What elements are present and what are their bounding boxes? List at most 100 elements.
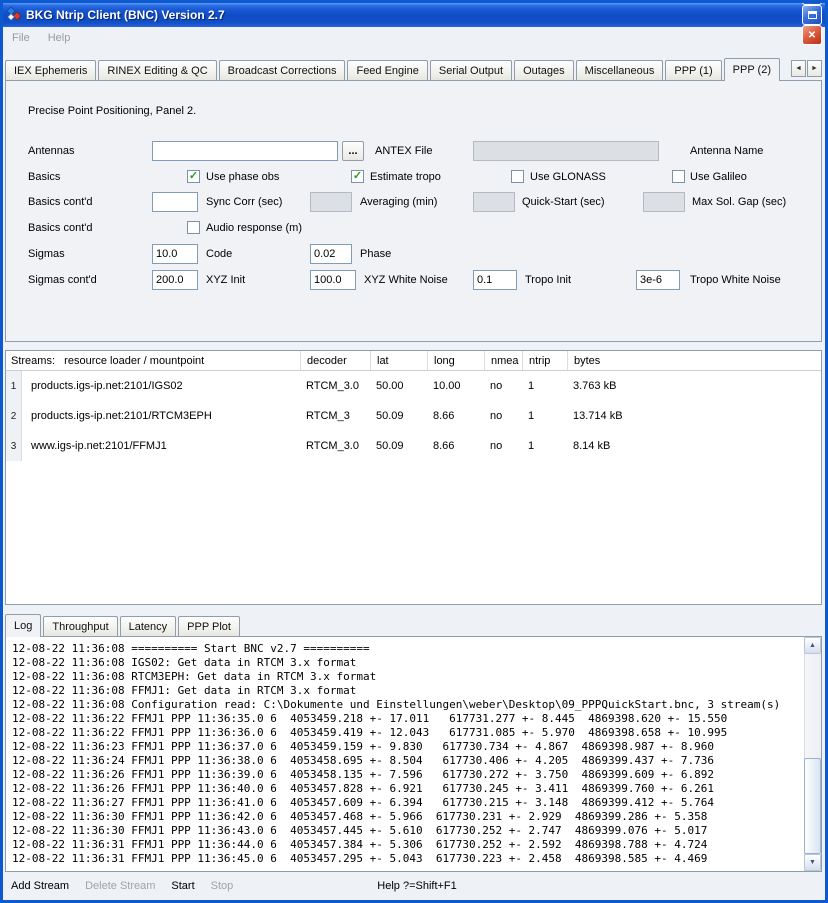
start-button[interactable]: Start (171, 880, 194, 892)
add-stream-button[interactable]: Add Stream (11, 880, 69, 892)
tab-rinex-editing-qc[interactable]: RINEX Editing & QC (98, 60, 216, 80)
stream-lat: 50.00 (370, 371, 427, 401)
log-line: 12-08-22 11:36:31 FFMJ1 PPP 11:36:45.0 6… (12, 852, 802, 866)
tab-ppp-2[interactable]: PPP (2) (724, 58, 780, 81)
tab-iex-ephemeris[interactable]: IEX Ephemeris (5, 60, 96, 80)
tab-scroll-left-button[interactable]: ◄ (791, 60, 806, 77)
stream-decoder: RTCM_3.0 (300, 431, 370, 461)
stream-nmea: no (484, 371, 522, 401)
tab-scroll-right-button[interactable]: ► (807, 60, 822, 77)
stream-ntrip: 1 (522, 401, 567, 431)
quick-start-label: Quick-Start (sec) (522, 196, 605, 208)
log-line: 12-08-22 11:36:08 RTCM3EPH: Get data in … (12, 670, 802, 684)
row-basics-contd-2: Basics cont'd Audio response (m) (6, 218, 821, 238)
stream-row[interactable]: 1 products.igs-ip.net:2101/IGS02 RTCM_3.… (6, 371, 821, 401)
stream-bytes: 13.714 kB (567, 401, 821, 431)
sigma-code-label: Code (206, 248, 232, 260)
log-line: 12-08-22 11:36:30 FFMJ1 PPP 11:36:42.0 6… (12, 810, 802, 824)
basics-contd-label: Basics cont'd (28, 196, 92, 208)
scrollbar-thumb[interactable] (804, 758, 821, 854)
streams-table: Streams: resource loader / mountpoint de… (5, 350, 822, 605)
averaging-input (310, 192, 352, 212)
row-basics-contd: Basics cont'd Sync Corr (sec) Averaging … (6, 192, 821, 212)
maximize-button[interactable] (802, 5, 822, 25)
log-line: 12-08-22 11:36:08 IGS02: Get data in RTC… (12, 656, 802, 670)
max-sol-gap-input (643, 192, 685, 212)
stream-row[interactable]: 2 products.igs-ip.net:2101/RTCM3EPH RTCM… (6, 401, 821, 431)
use-glonass-label: Use GLONASS (530, 171, 606, 183)
tab-feed-engine[interactable]: Feed Engine (347, 60, 427, 80)
tropo-init-input[interactable] (473, 270, 517, 290)
tab-serial-output[interactable]: Serial Output (430, 60, 512, 80)
minimize-icon (808, 0, 816, 1)
sigma-phase-input[interactable] (310, 244, 352, 264)
tab-broadcast-corrections[interactable]: Broadcast Corrections (219, 60, 346, 80)
tab-log[interactable]: Log (5, 614, 41, 637)
sigma-code-input[interactable] (152, 244, 198, 264)
log-line: 12-08-22 11:36:31 FFMJ1 PPP 11:36:44.0 6… (12, 838, 802, 852)
tab-miscellaneous[interactable]: Miscellaneous (576, 60, 664, 80)
tropo-white-noise-input[interactable] (636, 270, 680, 290)
stream-lat: 50.09 (370, 431, 427, 461)
antennas-browse-button[interactable]: ... (342, 141, 364, 161)
scroll-down-icon[interactable]: ▼ (804, 854, 821, 871)
stream-ntrip: 1 (522, 431, 567, 461)
menu-help[interactable]: Help (48, 32, 71, 44)
use-phase-obs-checkbox[interactable]: ✓ (187, 170, 200, 183)
delete-stream-button[interactable]: Delete Stream (85, 880, 155, 892)
streams-header: Streams: resource loader / mountpoint de… (6, 351, 821, 371)
row-sigmas: Sigmas Code Phase (6, 244, 821, 264)
row-basics: Basics ✓ Use phase obs ✓ Estimate tropo … (6, 167, 821, 187)
tab-latency[interactable]: Latency (120, 616, 177, 636)
menu-bar: File Help (3, 27, 825, 49)
stream-row-number: 1 (6, 371, 22, 401)
use-galileo-label: Use Galileo (690, 171, 747, 183)
stream-bytes: 3.763 kB (567, 371, 821, 401)
log-line: 12-08-22 11:36:26 FFMJ1 PPP 11:36:39.0 6… (12, 768, 802, 782)
antennas-input[interactable] (152, 141, 338, 161)
stream-nmea: no (484, 431, 522, 461)
tab-ppp-1[interactable]: PPP (1) (665, 60, 721, 80)
xyz-init-input[interactable] (152, 270, 198, 290)
stop-button[interactable]: Stop (211, 880, 234, 892)
stream-row[interactable]: 3 www.igs-ip.net:2101/FFMJ1 RTCM_3.0 50.… (6, 431, 821, 461)
ppp2-panel: Precise Point Positioning, Panel 2. Ante… (5, 80, 822, 342)
max-sol-gap-label: Max Sol. Gap (sec) (692, 196, 786, 208)
titlebar[interactable]: BKG Ntrip Client (BNC) Version 2.7 ✕ (3, 3, 825, 27)
use-glonass-checkbox[interactable] (511, 170, 524, 183)
panel-heading: Precise Point Positioning, Panel 2. (28, 105, 196, 117)
app-window: BKG Ntrip Client (BNC) Version 2.7 ✕ Fil… (0, 0, 828, 903)
use-phase-obs-label: Use phase obs (206, 171, 279, 183)
stream-lat: 50.09 (370, 401, 427, 431)
estimate-tropo-checkbox[interactable]: ✓ (351, 170, 364, 183)
log-view[interactable]: 12-08-22 11:36:08 ========== Start BNC v… (5, 636, 822, 872)
log-line: 12-08-22 11:36:08 ========== Start BNC v… (12, 642, 802, 656)
sync-corr-input[interactable] (152, 192, 198, 212)
sigma-phase-label: Phase (360, 248, 391, 260)
use-galileo-checkbox[interactable] (672, 170, 685, 183)
stream-bytes: 8.14 kB (567, 431, 821, 461)
xyz-white-noise-input[interactable] (310, 270, 356, 290)
tab-outages[interactable]: Outages (514, 60, 574, 80)
stream-long: 8.66 (427, 401, 484, 431)
audio-response-checkbox[interactable] (187, 221, 200, 234)
streams-title: Streams: resource loader / mountpoint (6, 351, 300, 370)
column-header-bytes: bytes (567, 351, 821, 370)
log-line: 12-08-22 11:36:24 FFMJ1 PPP 11:36:38.0 6… (12, 754, 802, 768)
stream-decoder: RTCM_3.0 (300, 371, 370, 401)
menu-file[interactable]: File (12, 32, 30, 44)
stream-nmea: no (484, 401, 522, 431)
column-header-long: long (427, 351, 484, 370)
xyz-init-label: XYZ Init (206, 274, 245, 286)
scroll-up-icon[interactable]: ▲ (804, 637, 821, 654)
log-scrollbar[interactable]: ▲ ▼ (804, 637, 821, 871)
stream-long: 10.00 (427, 371, 484, 401)
column-header-decoder: decoder (300, 351, 370, 370)
tab-ppp-plot[interactable]: PPP Plot (178, 616, 240, 636)
log-line: 12-08-22 11:36:08 FFMJ1: Get data in RTC… (12, 684, 802, 698)
tab-throughput[interactable]: Throughput (43, 616, 117, 636)
bottom-tab-bar: Log Throughput Latency PPP Plot (5, 613, 822, 636)
maximize-icon (808, 11, 817, 19)
antenna-name-label: Antenna Name (690, 145, 763, 157)
footer-bar: Add Stream Delete Stream Start Stop Help… (3, 872, 825, 900)
